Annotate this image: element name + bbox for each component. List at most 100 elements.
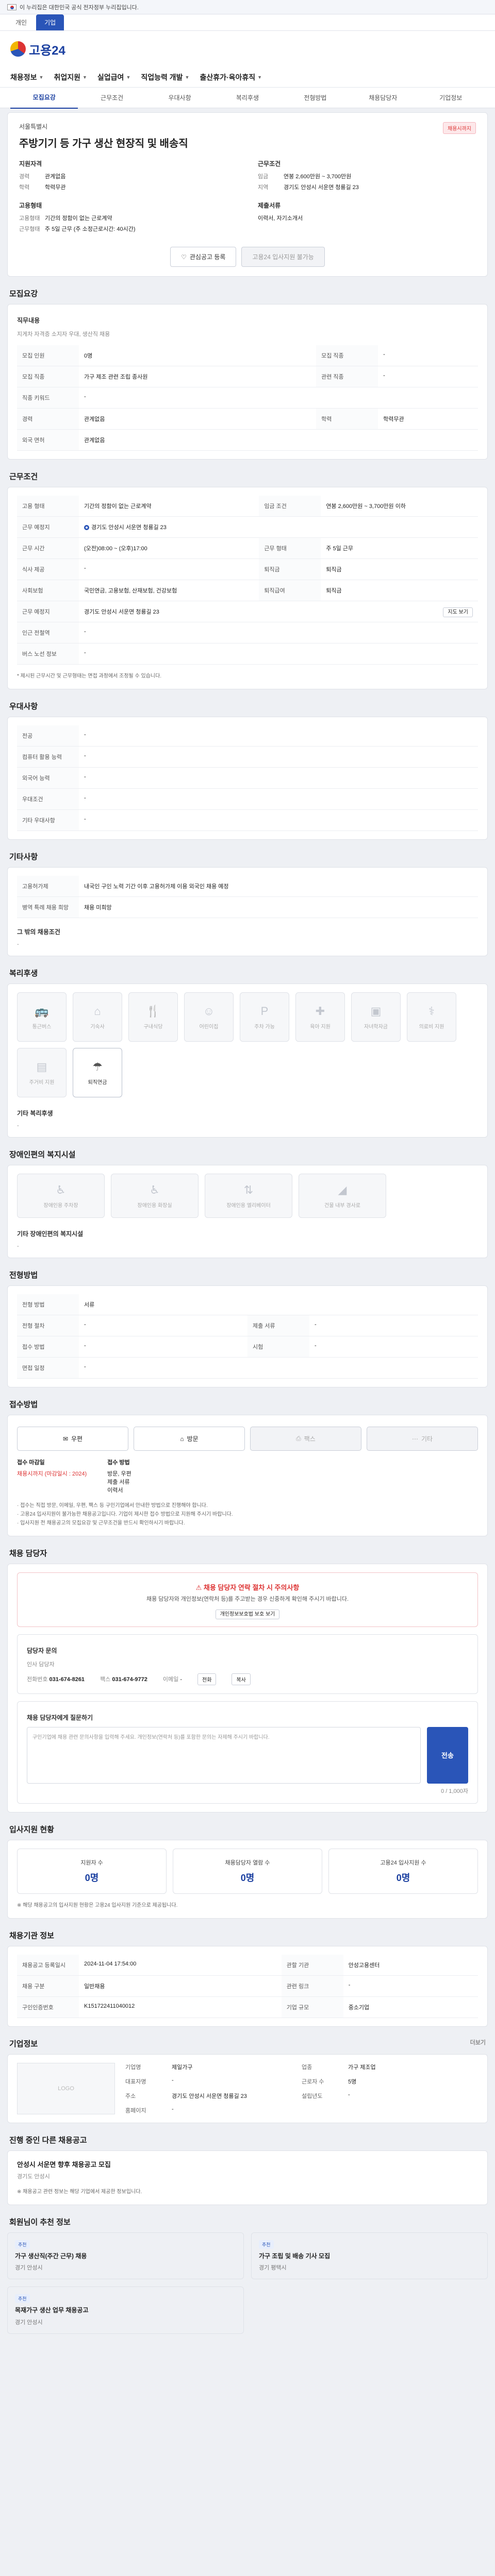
bus-icon: 🚌 xyxy=(35,1004,49,1018)
nav-item-support[interactable]: 취업지원 ▼ xyxy=(54,72,87,82)
site-tabs: 개인 기업 xyxy=(0,14,495,31)
nav-item-leave[interactable]: 출산휴가·육아휴직 ▼ xyxy=(200,72,262,82)
nav-item-jobs[interactable]: 채용정보 ▼ xyxy=(10,72,43,82)
table-row: 고용 형태 기간의 정함이 없는 근로계약 임금 조건 연봉 2,600만원 ~ 3,… xyxy=(17,496,478,517)
privacy-guide-button[interactable]: 개인정보보호법 보호 보기 xyxy=(215,1609,280,1619)
radio-icon xyxy=(84,525,89,531)
call-button[interactable]: 전화 xyxy=(197,1673,217,1685)
site-tab-company[interactable]: 기업 xyxy=(36,14,64,30)
welfare-tile: ☺ 어린이집 xyxy=(184,992,234,1042)
housing-icon: ▤ xyxy=(36,1060,47,1073)
contact-name: 인사 담당자 xyxy=(27,1661,55,1668)
apply-card: ✉ 우편 ⌂ 방문 ⎙ 팩스 ⋯ 기타 접수 마감일 채용시까지 (마감일시 : 202… xyxy=(7,1415,488,1536)
job-desc-label: 직무내용 xyxy=(17,317,40,324)
table-row: 전형 절차 - 제출 서류 - xyxy=(17,1315,478,1336)
site-logo[interactable]: 고용24 xyxy=(10,40,65,58)
company-title: 기업정보 더보기 xyxy=(9,2038,486,2049)
similar-card[interactable]: 안성시 서운면 향후 채용공고 모집 경기도 안성시 ※ 채용공고 관련 정보는… xyxy=(7,2150,488,2205)
table-row: 채용공고 등록일시 2024-11-04 17:54:00 관할 기관 안성고용센터 xyxy=(17,1954,478,1976)
kv-value: 주 5일 근무 (주 소정근로시간: 40시간) xyxy=(45,226,136,232)
recommend-title: 회원님이 추천 정보 xyxy=(9,2217,71,2227)
kv-key: 학력 xyxy=(19,184,30,191)
recommend-card[interactable]: 추천 목재가구 생산 업무 채용공고 경기 안성시 xyxy=(7,2286,244,2334)
job-desc: 지게차 자격증 소지자 우대, 생산직 채용 xyxy=(17,331,110,337)
recommend-grid: 추천 가구 생산직(주간 근무) 채용 경기 안성시 추천 가구 조립 및 배송 기사… xyxy=(7,2232,488,2334)
stat-online: 고용24 입사지원 수 0명 xyxy=(328,1848,478,1894)
welfare-tile: ⌂ 기숙사 xyxy=(73,992,122,1042)
contact-heading: 담당자 문의 xyxy=(27,1647,57,1654)
chevron-down-icon: ▼ xyxy=(257,74,262,80)
welfare-etc-value: - xyxy=(17,1123,19,1129)
method-line: 방문, 우편 xyxy=(107,1471,131,1477)
kv-key: 고용형태 xyxy=(19,215,40,222)
nav-item-training[interactable]: 직업능력 개발 ▼ xyxy=(141,72,189,82)
table-row: 우대조건 - xyxy=(17,788,478,810)
qualification-block: 지원자격 경력 관계없음 학력 학력무관 xyxy=(19,159,237,194)
hiring-table: 전형 방법 서류 전형 절차 - 제출 서류 - 접수 방법 - 시험 - 면접 일정 - xyxy=(17,1294,478,1379)
similar-note: ※ 채용공고 관련 정보는 해당 기업에서 제공한 정보입니다. xyxy=(17,2189,142,2195)
company-name: 서울특별시 xyxy=(19,123,48,130)
chevron-down-icon: ▼ xyxy=(126,74,131,80)
map-button[interactable]: 지도 보기 xyxy=(443,607,473,617)
table-row: 기타 우대사항 - xyxy=(17,809,478,831)
documents-heading: 제출서류 xyxy=(258,202,281,209)
disability-card: ♿ 장애인용 주차장 ♿ 장애인용 화장실 ⇅ 장애인용 엘리베이터 ◢ 건물 내부 경… xyxy=(7,1165,488,1258)
welfare-etc-label: 기타 복리후생 xyxy=(17,1110,53,1117)
warning-icon: ⚠ xyxy=(195,1584,202,1591)
kv-value: 연봉 2,600만원 ~ 3,700만원 xyxy=(284,174,352,180)
inquiry-textarea[interactable]: 구인기업에 채용 관련 문의사항을 입력해 주세요. 개인정보(연락처 등)를 … xyxy=(27,1726,421,1784)
main-nav: 채용정보 ▼ 취업지원 ▼ 실업급여 ▼ 직업능력 개발 ▼ 출산휴가·육아휴직 ▼ xyxy=(0,67,495,88)
apply-button[interactable]: 고용24 입사지원 불가능 xyxy=(241,247,325,267)
parking-icon: P xyxy=(260,1004,269,1018)
recruit-table: 모집 인원 0명 모집 직종 - 모집 직종 가구 제조 관련 조립 종사원 관련 직종 -… xyxy=(17,345,478,451)
method-heading: 접수 방법 xyxy=(107,1460,130,1466)
kv-key: 근무형태 xyxy=(19,226,40,232)
recommend-card[interactable]: 추천 가구 조립 및 배송 기사 모집 경기 평택시 xyxy=(251,2232,488,2280)
flag-icon xyxy=(7,4,16,10)
welfare-tile: P 주차 가능 xyxy=(240,992,289,1042)
notice-info-card: 채용공고 등록일시 2024-11-04 17:54:00 관할 기관 안성고용센터 … xyxy=(7,1945,488,2027)
recruit-card: 직무내용 지게차 자격증 소지자 우대, 생산직 채용 모집 인원 0명 모집 직종… xyxy=(7,304,488,460)
disability-tile: ◢ 건물 내부 경사로 xyxy=(299,1174,386,1218)
table-row: 외국어 능력 - xyxy=(17,767,478,789)
visit-icon: ⌂ xyxy=(180,1435,184,1443)
similar-card-title: 안성시 서운면 향후 채용공고 모집 xyxy=(17,2160,111,2168)
similar-card-meta: 경기도 안성시 xyxy=(17,2173,50,2180)
page: 이 누리집은 대한민국 공식 전자정부 누리집입니다. 개인 기업 고용24 채… xyxy=(0,0,495,2354)
tab-conditions[interactable]: 근무조건 xyxy=(78,87,145,108)
inquiry-heading: 채용 담당자에게 질문하기 xyxy=(27,1714,93,1721)
method-line: 이력서 xyxy=(107,1487,123,1494)
welfare-tile-active: ☂ 퇴직연금 xyxy=(73,1048,122,1097)
logo-text: 고용24 xyxy=(29,43,65,58)
notice-info-title: 채용기관 정보 xyxy=(9,1931,54,1940)
contact-card: 담당자 문의 인사 담당자 전화번호 031-674-8261 팩스 031-6… xyxy=(17,1634,478,1694)
tab-manager[interactable]: 채용담당자 xyxy=(349,87,417,108)
table-row: 구인인증번호 K151722411040012 기업 규모 중소기업 xyxy=(17,1996,478,2018)
copy-button[interactable]: 복사 xyxy=(232,1673,251,1685)
table-row: 모집 직종 가구 제조 관련 조립 종사원 관련 직종 - xyxy=(17,366,478,387)
site-tab-personal[interactable]: 개인 xyxy=(7,14,35,30)
status-badge: 채용시까지 xyxy=(443,122,476,134)
tab-company[interactable]: 기업정보 xyxy=(417,87,485,108)
submit-inquiry-button[interactable]: 전송 xyxy=(427,1726,468,1784)
welfare-tile: 🚌 통근버스 xyxy=(17,992,67,1042)
table-row: 근무 예정지 경기도 안성시 서운면 청룡길 23 xyxy=(17,516,478,538)
tab-welfare[interactable]: 복리후생 xyxy=(213,87,281,108)
disability-grid: ♿ 장애인용 주차장 ♿ 장애인용 화장실 ⇅ 장애인용 엘리베이터 ◢ 건물 내부 경… xyxy=(17,1174,478,1218)
company-more-link[interactable]: 더보기 xyxy=(470,2038,486,2046)
table-row: 병역 특례 채용 희망 채용 미희망 xyxy=(17,896,478,918)
job-summary-card: 채용시까지 서울특별시 주방기기 등 가구 생산 현장직 및 배송직 지원자격 … xyxy=(7,112,488,277)
tab-recruit[interactable]: 모집요강 xyxy=(10,87,78,109)
stat-applicants: 지원자 수 0명 xyxy=(17,1848,167,1894)
table-row: 컴퓨터 활용 능력 - xyxy=(17,746,478,768)
tab-prefer[interactable]: 우대사항 xyxy=(146,87,213,108)
save-interest-button[interactable]: ♡ 관심공고 등록 xyxy=(170,247,237,267)
nav-item-benefit[interactable]: 실업급여 ▼ xyxy=(97,72,130,82)
hiring-card: 전형 방법 서류 전형 절차 - 제출 서류 - 접수 방법 - 시험 - 면접 일정 - xyxy=(7,1285,488,1387)
manager-card: ⚠ 채용 담당자 연락 절차 시 주의사항 채용 담당자와 개인정보(연락처 등… xyxy=(7,1564,488,1812)
table-row: 사회보험 국민연금, 고용보험, 산재보험, 건강보험 퇴직급여 퇴직금 xyxy=(17,580,478,601)
recommend-card[interactable]: 추천 가구 생산직(주간 근무) 채용 경기 안성시 xyxy=(7,2232,244,2280)
other-title: 기타사항 xyxy=(9,853,38,861)
stats-title: 입사지원 현황 xyxy=(9,1825,54,1834)
tab-hiring[interactable]: 전형방법 xyxy=(282,87,349,108)
